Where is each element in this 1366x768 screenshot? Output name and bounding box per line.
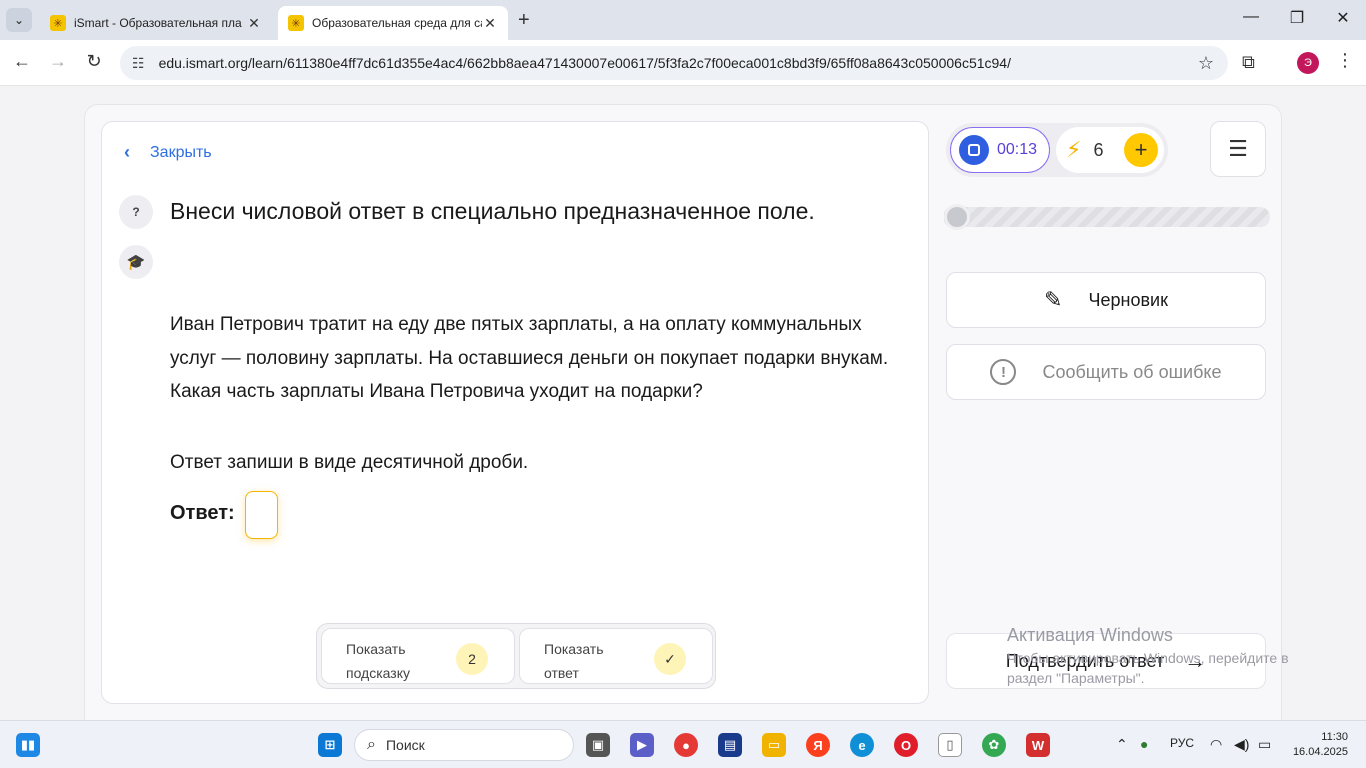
hint-count: 2 [468, 651, 476, 667]
search-placeholder: Поиск [385, 737, 425, 753]
restore-icon[interactable]: ❐ [1282, 8, 1312, 28]
language-indicator[interactable]: РУС [1170, 736, 1194, 750]
arrow-right-icon: → [1184, 648, 1207, 673]
search-icon: ⌕ [367, 736, 376, 753]
clock-date: 16.04.2025 [1292, 746, 1348, 758]
system-clock[interactable]: 11:30 16.04.2025 [1290, 730, 1348, 760]
forward-icon[interactable]: → [46, 51, 70, 72]
lightbulb-icon: 2 [456, 643, 488, 675]
close-button[interactable]: ‹ Закрыть [124, 142, 212, 163]
draft-label: Черновик [1088, 289, 1168, 310]
chevron-up-icon[interactable]: ⌃ [1116, 736, 1128, 753]
reload-icon[interactable]: ↻ [82, 51, 106, 72]
pencil-icon: ✎ [1044, 287, 1063, 312]
close-tab-icon[interactable]: ✕ [482, 15, 498, 32]
task-view-icon[interactable]: ▣ [586, 733, 610, 757]
clock-time: 11:30 [1321, 731, 1348, 743]
show-answer-label-1: Показать [544, 641, 604, 657]
ismart-favicon-icon: ✳ [288, 15, 304, 31]
document-icon[interactable]: ▯ [938, 733, 962, 757]
show-hint-button[interactable]: Показать подсказку 2 [321, 628, 515, 684]
add-energy-button[interactable]: + [1124, 133, 1158, 167]
browser-tab-bar: ⌄ ✳ iSmart - Образовательная пла ✕ ✳ Обр… [0, 0, 1366, 40]
answer-label: Ответ: [170, 502, 235, 524]
bookmark-star-icon[interactable]: ☆ [1198, 53, 1214, 74]
chevron-left-icon: ‹ [124, 142, 130, 162]
battery-icon[interactable]: ▭ [1258, 736, 1271, 753]
browser-menu-icon[interactable]: ⋮ [1336, 50, 1354, 71]
site-info-icon[interactable]: ☷ [132, 55, 145, 72]
show-answer-label-2: ответ [544, 665, 579, 681]
start-icon[interactable]: ⊞ [318, 733, 342, 757]
task-menu-button[interactable]: ☰ [1210, 121, 1266, 177]
meet-icon[interactable]: ▶ [630, 733, 654, 757]
file-explorer-icon[interactable]: ▭ [762, 733, 786, 757]
task-note: Ответ запиши в виде десятичной дроби. [170, 452, 529, 473]
timer-value: 00:13 [997, 141, 1038, 158]
show-answer-button[interactable]: Показать ответ ✓ [519, 628, 713, 684]
wifi-icon[interactable]: ◠ [1210, 736, 1222, 753]
list-menu-icon: ☰ [1228, 136, 1248, 161]
new-tab-button[interactable]: + [518, 9, 530, 32]
url-text: edu.ismart.org/learn/611380e4ff7dc61d355… [158, 55, 1011, 71]
graduation-cap-icon[interactable]: 🎓 [119, 245, 153, 279]
show-hint-label-1: Показать [346, 641, 406, 657]
report-error-button[interactable]: ! Сообщить об ошибке [946, 344, 1266, 400]
help-buttons-group: Показать подсказку 2 Показать ответ ✓ [316, 623, 716, 689]
windows-taskbar: ▮▮ ⊞ ⌕ Поиск ▣ ▶ ● ▤ ▭ Я e O ▯ ✿ W ⌃ ● Р… [0, 720, 1366, 768]
edge-icon[interactable]: e [850, 733, 874, 757]
tab-learning[interactable]: ✳ Образовательная среда для са ✕ [278, 6, 508, 40]
save-app-icon[interactable]: ▤ [718, 733, 742, 757]
task-card: ‹ Закрыть ? 🎓 Внеси числовой ответ в спе… [101, 121, 929, 704]
profile-avatar[interactable]: Э [1297, 52, 1319, 74]
question-badge[interactable]: ? [119, 195, 153, 229]
submit-answer-button[interactable]: Подтвердить ответ → [946, 633, 1266, 689]
progress-bar [944, 204, 1270, 230]
widgets-icon[interactable]: ▮▮ [16, 733, 40, 757]
show-hint-label-2: подсказку [346, 665, 410, 681]
wps-icon[interactable]: W [1026, 733, 1050, 757]
yandex-icon[interactable]: Я [806, 733, 830, 757]
volume-icon[interactable]: ◀) [1234, 736, 1249, 753]
tab-title: Образовательная среда для са [312, 16, 482, 30]
close-label: Закрыть [150, 143, 212, 161]
energy-counter: ⚡ 6 + [1056, 127, 1164, 173]
tab-search-button[interactable]: ⌄ [6, 8, 32, 32]
browser-toolbar: ← → ↻ ☷ edu.ismart.org/learn/611380e4ff7… [0, 40, 1366, 86]
extensions-icon[interactable]: ⧉ [1242, 52, 1255, 73]
check-circle-icon: ✓ [654, 643, 686, 675]
timer[interactable]: 00:13 [950, 127, 1050, 173]
status-pill: 00:13 ⚡ 6 + [946, 123, 1168, 177]
close-window-icon[interactable]: ✕ [1328, 8, 1358, 28]
lightning-icon: ⚡ [1066, 137, 1082, 162]
stop-icon [959, 135, 989, 165]
report-label: Сообщить об ошибке [1042, 361, 1222, 382]
taskbar-search[interactable]: ⌕ Поиск [354, 729, 574, 761]
draft-button[interactable]: ✎ Черновик [946, 272, 1266, 328]
opera-icon[interactable]: O [894, 733, 918, 757]
photos-icon[interactable]: ✿ [982, 733, 1006, 757]
exclamation-circle-icon: ! [990, 359, 1017, 385]
task-problem-text: Иван Петрович тратит на еду две пятых за… [170, 314, 889, 402]
page-content: ‹ Закрыть ? 🎓 Внеси числовой ответ в спе… [0, 87, 1366, 744]
minimize-icon[interactable]: — [1236, 8, 1266, 26]
tab-title: iSmart - Образовательная пла [74, 16, 242, 30]
progress-knob [944, 204, 970, 230]
task-title: Внеси числовой ответ в специально предна… [170, 198, 815, 224]
answer-input[interactable] [245, 491, 278, 539]
security-icon[interactable]: ● [1140, 736, 1148, 752]
close-tab-icon[interactable]: ✕ [246, 15, 262, 32]
back-icon[interactable]: ← [10, 51, 34, 72]
energy-value: 6 [1093, 139, 1104, 160]
address-bar[interactable]: ☷ edu.ismart.org/learn/611380e4ff7dc61d3… [120, 46, 1228, 80]
submit-label: Подтвердить ответ [1005, 650, 1165, 671]
tab-ismart[interactable]: ✳ iSmart - Образовательная пла ✕ [40, 6, 272, 40]
ismart-favicon-icon: ✳ [50, 15, 66, 31]
chrome-icon[interactable]: ● [674, 733, 698, 757]
